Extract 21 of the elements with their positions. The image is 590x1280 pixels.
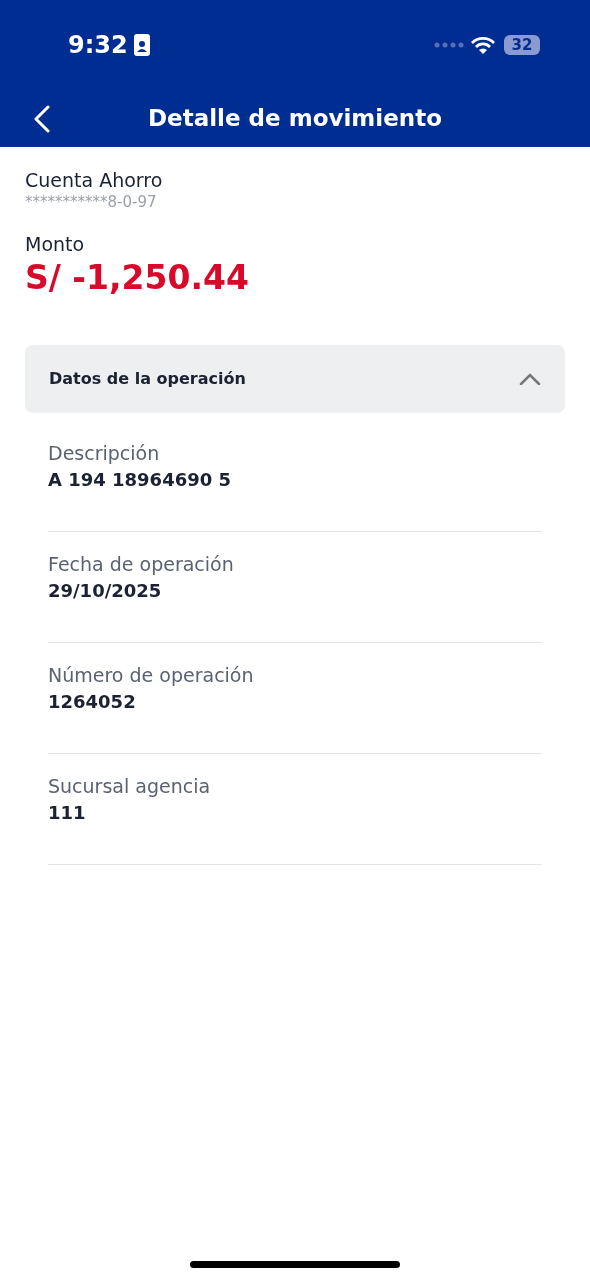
back-icon: [34, 104, 50, 133]
battery-indicator: 32: [504, 35, 540, 55]
field-label: Fecha de operación: [48, 552, 235, 577]
field-value: A 194 18964690 5: [48, 468, 233, 492]
chevron-up-icon: [519, 373, 541, 385]
section-header[interactable]: Datos de la operación: [25, 345, 565, 413]
signal-icon: [434, 42, 464, 48]
page-title: Detalle de movimiento: [148, 104, 442, 134]
status-time: 9:32: [68, 30, 128, 61]
amount-value: S/ -1,250.44: [25, 257, 250, 299]
field-value: 111: [48, 801, 87, 825]
field-value: 29/10/2025: [48, 579, 163, 603]
field-label: Número de operación: [48, 663, 255, 688]
field-label: Sucursal agencia: [48, 774, 212, 799]
account-number: ***********8-0-97: [25, 193, 158, 211]
wifi-icon: [470, 35, 496, 55]
amount-label: Monto: [25, 232, 86, 257]
id-badge-icon: [133, 34, 150, 56]
field-label: Descripción: [48, 441, 161, 466]
account-name: Cuenta Ahorro: [25, 168, 164, 193]
field-value: 1264052: [48, 690, 137, 714]
